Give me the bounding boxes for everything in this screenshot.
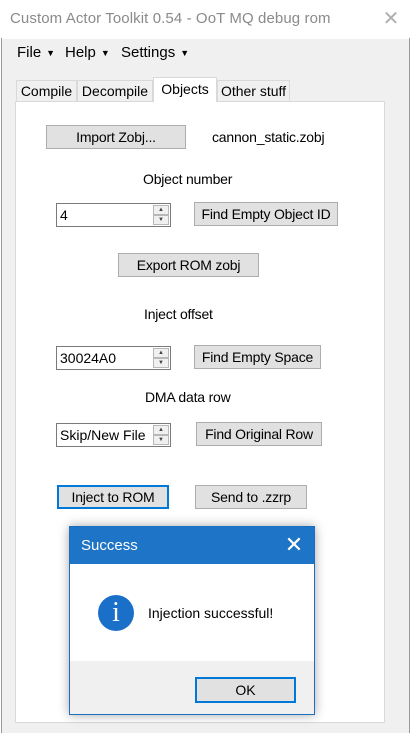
tab-compile[interactable]: Compile xyxy=(16,80,77,102)
send-to-zzrp-button[interactable]: Send to .zzrp xyxy=(195,485,307,509)
export-rom-zobj-button[interactable]: Export ROM zobj xyxy=(118,253,259,277)
object-number-input[interactable]: 4 ▲ ▼ xyxy=(56,203,171,227)
info-icon: i xyxy=(98,595,134,631)
inject-offset-stepper: ▲ ▼ xyxy=(153,348,169,368)
dialog-title: Success xyxy=(81,537,138,554)
dma-row-value: Skip/New File xyxy=(60,427,146,443)
stepper-up-icon[interactable]: ▲ xyxy=(153,205,169,215)
dma-row-input[interactable]: Skip/New File ▲ ▼ xyxy=(56,423,171,447)
tab-objects[interactable]: Objects xyxy=(153,77,217,102)
window-border-right xyxy=(409,38,410,733)
menu-settings[interactable]: Settings ▼ xyxy=(121,44,189,61)
title-bar: Custom Actor Toolkit 0.54 - OoT MQ debug… xyxy=(0,0,411,38)
tab-other-stuff[interactable]: Other stuff xyxy=(217,80,290,102)
inject-offset-value: 30024A0 xyxy=(60,350,117,366)
object-number-stepper: ▲ ▼ xyxy=(153,205,169,225)
inject-offset-input[interactable]: 30024A0 ▲ ▼ xyxy=(56,346,171,370)
inject-offset-label: Inject offset xyxy=(144,306,213,322)
tab-decompile[interactable]: Decompile xyxy=(77,80,153,102)
menu-file-label: File xyxy=(17,44,42,61)
find-empty-object-id-button[interactable]: Find Empty Object ID xyxy=(194,202,338,226)
find-empty-space-button[interactable]: Find Empty Space xyxy=(194,345,321,369)
dialog-close-icon[interactable]: ✕ xyxy=(284,534,304,556)
dialog-message: Injection successful! xyxy=(148,605,274,621)
inject-to-rom-button[interactable]: Inject to ROM xyxy=(57,485,169,509)
dialog-body: i Injection successful! xyxy=(70,564,314,661)
object-number-label: Object number xyxy=(143,171,233,187)
import-zobj-button[interactable]: Import Zobj... xyxy=(46,125,186,149)
stepper-down-icon[interactable]: ▼ xyxy=(153,358,169,368)
stepper-down-icon[interactable]: ▼ xyxy=(153,215,169,225)
window-close-icon[interactable]: ✕ xyxy=(380,8,402,30)
stepper-up-icon[interactable]: ▲ xyxy=(153,348,169,358)
window-title: Custom Actor Toolkit 0.54 - OoT MQ debug… xyxy=(10,10,331,27)
object-number-value: 4 xyxy=(60,207,68,223)
menu-file[interactable]: File ▼ xyxy=(17,44,55,61)
zobj-file-name: cannon_static.zobj xyxy=(212,129,325,145)
stepper-up-icon[interactable]: ▲ xyxy=(153,425,169,435)
dma-data-row-label: DMA data row xyxy=(145,389,231,405)
ok-button[interactable]: OK xyxy=(195,677,296,703)
find-original-row-button[interactable]: Find Original Row xyxy=(196,422,322,446)
menu-bar: File ▼ Help ▼ Settings ▼ xyxy=(2,39,409,67)
menu-help[interactable]: Help ▼ xyxy=(65,44,110,61)
chevron-down-icon: ▼ xyxy=(46,48,56,58)
menu-help-label: Help xyxy=(65,44,96,61)
chevron-down-icon: ▼ xyxy=(180,48,190,58)
dialog-footer: OK xyxy=(70,661,314,714)
dma-row-stepper: ▲ ▼ xyxy=(153,425,169,445)
window-border-left xyxy=(1,38,2,733)
menu-settings-label: Settings xyxy=(121,44,176,61)
stepper-down-icon[interactable]: ▼ xyxy=(153,435,169,445)
chevron-down-icon: ▼ xyxy=(100,48,110,58)
success-dialog: Success ✕ i Injection successful! OK xyxy=(69,526,315,715)
dialog-title-bar: Success ✕ xyxy=(70,527,314,564)
